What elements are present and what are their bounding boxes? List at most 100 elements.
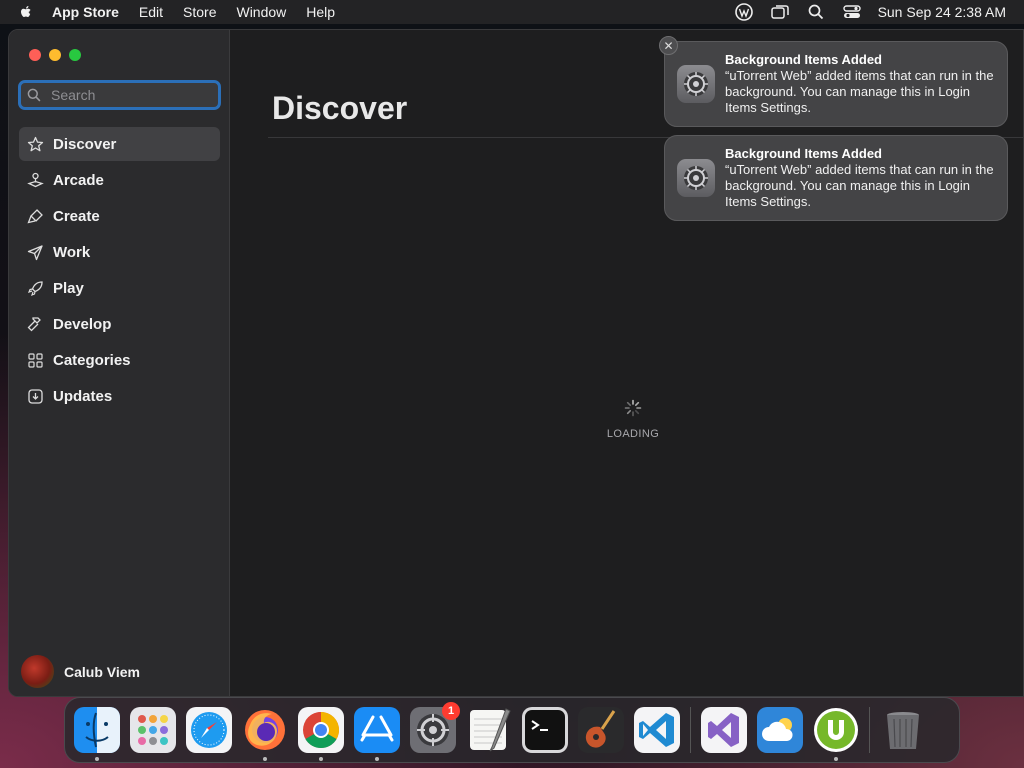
visual-studio-icon bbox=[701, 707, 747, 753]
notification-body: “uTorrent Web” added items that can run … bbox=[725, 162, 994, 209]
sidebar-item-label: Discover bbox=[53, 135, 117, 153]
sidebar-item-discover[interactable]: Discover bbox=[19, 127, 220, 161]
sidebar-item-label: Develop bbox=[53, 315, 112, 333]
utorrent-icon bbox=[814, 708, 858, 752]
textedit-icon bbox=[470, 708, 511, 752]
sidebar: Discover Arcade Create Work bbox=[9, 30, 230, 696]
dock-system-settings[interactable]: 1 bbox=[410, 702, 460, 753]
dock-firefox[interactable] bbox=[242, 707, 288, 761]
window-controls bbox=[29, 49, 81, 61]
trash-icon bbox=[887, 712, 919, 749]
finder-icon bbox=[74, 707, 120, 753]
sidebar-item-label: Updates bbox=[53, 387, 113, 405]
running-indicator bbox=[95, 757, 99, 761]
menu-edit[interactable]: Edit bbox=[139, 4, 163, 20]
menu-window[interactable]: Window bbox=[236, 4, 286, 20]
loading-indicator: LOADING bbox=[603, 399, 663, 440]
avatar bbox=[21, 655, 54, 688]
firefox-icon bbox=[245, 710, 285, 750]
minimize-window-button[interactable] bbox=[49, 49, 61, 61]
account-button[interactable]: Calub Viem bbox=[21, 655, 140, 688]
wordpress-status-icon[interactable] bbox=[734, 3, 753, 21]
apple-menu-icon[interactable] bbox=[18, 4, 34, 20]
search-icon bbox=[27, 88, 41, 102]
dock-terminal[interactable] bbox=[522, 707, 568, 753]
system-settings-icon bbox=[677, 159, 715, 197]
search-input[interactable] bbox=[51, 87, 201, 103]
menu-app-name[interactable]: App Store bbox=[52, 4, 119, 20]
safari-icon bbox=[186, 707, 232, 753]
spotlight-search-icon[interactable] bbox=[807, 3, 825, 21]
control-center-icon[interactable] bbox=[842, 3, 861, 21]
account-name: Calub Viem bbox=[64, 663, 140, 680]
page-title: Discover bbox=[272, 90, 408, 126]
star-icon bbox=[27, 136, 44, 153]
sidebar-item-label: Work bbox=[53, 243, 91, 261]
dock-visual-studio[interactable] bbox=[701, 707, 747, 753]
sidebar-nav: Discover Arcade Create Work Play Develop… bbox=[19, 127, 220, 415]
hammer-icon bbox=[27, 316, 44, 333]
brush-icon bbox=[27, 208, 44, 225]
dock: 1 bbox=[64, 697, 960, 763]
running-indicator bbox=[375, 757, 379, 761]
menu-bar-clock[interactable]: Sun Sep 24 2:38 AM bbox=[878, 4, 1006, 20]
weather-icon bbox=[757, 707, 803, 753]
running-indicator bbox=[263, 757, 267, 761]
notification-close-button[interactable]: ✕ bbox=[659, 36, 678, 55]
running-indicator bbox=[319, 757, 323, 761]
loading-label: LOADING bbox=[606, 428, 660, 440]
paper-plane-icon bbox=[27, 244, 44, 261]
notification-title: Background Items Added bbox=[725, 146, 882, 161]
notification-background-items-1[interactable]: Background Items Added “uTorrent Web” ad… bbox=[664, 41, 1008, 127]
garageband-icon bbox=[578, 707, 624, 753]
sidebar-item-updates[interactable]: Updates bbox=[19, 379, 220, 413]
notification-title: Background Items Added bbox=[725, 52, 882, 67]
search-field[interactable] bbox=[18, 80, 221, 110]
app-store-icon bbox=[354, 707, 400, 753]
spinner-icon bbox=[624, 399, 642, 417]
dock-finder[interactable] bbox=[74, 707, 120, 761]
dock-separator bbox=[690, 707, 691, 753]
joystick-icon bbox=[27, 172, 44, 189]
dock-app-store[interactable] bbox=[354, 707, 400, 761]
vscode-icon bbox=[634, 707, 680, 753]
sidebar-item-develop[interactable]: Develop bbox=[19, 307, 220, 341]
dock-vscode[interactable] bbox=[634, 707, 680, 753]
sidebar-item-arcade[interactable]: Arcade bbox=[19, 163, 220, 197]
dock-chrome[interactable] bbox=[298, 707, 344, 761]
screen-mirroring-icon[interactable] bbox=[770, 3, 789, 21]
sidebar-item-label: Play bbox=[53, 279, 84, 297]
terminal-icon bbox=[522, 707, 568, 753]
grid-icon bbox=[27, 352, 44, 369]
dock-trash[interactable] bbox=[880, 707, 926, 753]
notification-background-items-2[interactable]: Background Items Added “uTorrent Web” ad… bbox=[664, 135, 1008, 221]
dock-textedit[interactable] bbox=[466, 707, 512, 753]
dock-garageband[interactable] bbox=[578, 707, 624, 753]
sidebar-item-label: Arcade bbox=[53, 171, 104, 189]
dock-utorrent[interactable] bbox=[813, 707, 859, 761]
notification-badge: 1 bbox=[442, 702, 460, 720]
system-settings-icon bbox=[677, 65, 715, 103]
dock-safari[interactable] bbox=[186, 707, 232, 753]
menu-help[interactable]: Help bbox=[306, 4, 335, 20]
rocket-icon bbox=[27, 280, 44, 297]
app-store-window: Discover Arcade Create Work bbox=[8, 29, 1024, 697]
running-indicator bbox=[834, 757, 838, 761]
sidebar-item-play[interactable]: Play bbox=[19, 271, 220, 305]
sidebar-item-create[interactable]: Create bbox=[19, 199, 220, 233]
close-window-button[interactable] bbox=[29, 49, 41, 61]
download-icon bbox=[27, 388, 44, 405]
sidebar-item-label: Categories bbox=[53, 351, 131, 369]
dock-separator bbox=[869, 707, 870, 753]
dock-launchpad[interactable] bbox=[130, 707, 176, 753]
sidebar-item-categories[interactable]: Categories bbox=[19, 343, 220, 377]
menu-bar: App Store Edit Store Window Help Sun Sep… bbox=[0, 0, 1024, 24]
launchpad-icon bbox=[130, 707, 176, 753]
sidebar-item-work[interactable]: Work bbox=[19, 235, 220, 269]
menu-store[interactable]: Store bbox=[183, 4, 216, 20]
dock-weather[interactable] bbox=[757, 707, 803, 753]
main-content: Discover LOADING bbox=[231, 30, 1023, 696]
maximize-window-button[interactable] bbox=[69, 49, 81, 61]
notification-body: “uTorrent Web” added items that can run … bbox=[725, 68, 994, 115]
sidebar-item-label: Create bbox=[53, 207, 100, 225]
